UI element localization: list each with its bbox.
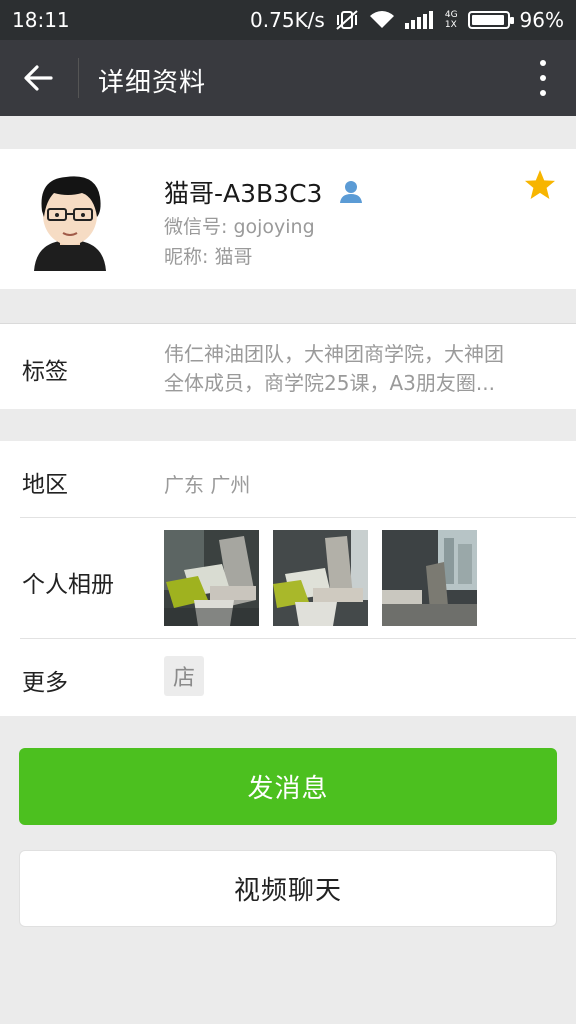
- more-options-button[interactable]: [538, 60, 548, 96]
- app-bar: 详细资料: [0, 40, 576, 116]
- tags-row[interactable]: 标签 伟仁神油团队，大神团商学院，大神团 全体成员，商学院25课，A3朋友圈..…: [0, 323, 576, 409]
- video-chat-button[interactable]: 视频聊天: [19, 850, 557, 927]
- album-photo[interactable]: [164, 530, 259, 626]
- avatar[interactable]: [20, 167, 120, 271]
- status-right: 0.75K/s 4G 1X 96%: [250, 8, 564, 32]
- nickname: 昵称: 猫哥: [164, 246, 253, 268]
- send-message-button[interactable]: 发消息: [19, 748, 557, 825]
- contact-name: 猫哥-A3B3C3: [164, 179, 323, 208]
- more-dot: [540, 60, 546, 66]
- status-time: 18:11: [12, 8, 70, 32]
- vibrate-off-icon: [335, 9, 359, 31]
- app-bar-divider: [78, 58, 79, 98]
- info-card: 地区 广东 广州 个人相册 更多 店: [0, 441, 576, 716]
- shop-icon[interactable]: 店: [164, 656, 204, 696]
- battery-icon: [467, 11, 514, 29]
- signal-icon: [404, 11, 435, 29]
- profile-card[interactable]: 猫哥-A3B3C3 微信号: gojoying 昵称: 猫哥: [0, 149, 576, 289]
- tags-label: 标签: [22, 359, 68, 385]
- network-type: 4G 1X: [444, 10, 458, 30]
- region-label: 地区: [22, 472, 68, 498]
- album-label: 个人相册: [22, 572, 114, 598]
- star-icon[interactable]: [524, 169, 556, 201]
- album-photo[interactable]: [382, 530, 477, 626]
- tags-value: 伟仁神油团队，大神团商学院，大神团 全体成员，商学院25课，A3朋友圈...: [164, 340, 544, 398]
- contact-person-icon: [338, 179, 364, 205]
- tags-line-1: 伟仁神油团队，大神团商学院，大神团: [164, 342, 504, 366]
- contact-name-row: 猫哥-A3B3C3: [164, 174, 364, 210]
- wifi-icon: [369, 10, 395, 30]
- status-bar: 18:11 0.75K/s 4G 1X 96%: [0, 0, 576, 40]
- back-arrow-icon: [24, 65, 53, 91]
- more-dot: [540, 75, 546, 81]
- battery-percent: 96%: [519, 8, 564, 32]
- more-dot: [540, 90, 546, 96]
- album-photo[interactable]: [273, 530, 368, 626]
- network-speed: 0.75K/s: [250, 8, 325, 32]
- battery-fill: [471, 15, 505, 25]
- region-value: 广东 广州: [164, 473, 251, 497]
- more-label: 更多: [22, 670, 68, 696]
- album-photos[interactable]: [164, 530, 477, 626]
- back-button[interactable]: [18, 60, 58, 96]
- row-divider: [20, 638, 576, 639]
- page-title: 详细资料: [98, 68, 207, 98]
- wechat-id: 微信号: gojoying: [164, 216, 315, 238]
- row-divider: [20, 517, 576, 518]
- tags-line-2: 全体成员，商学院25课，A3朋友圈...: [164, 371, 495, 395]
